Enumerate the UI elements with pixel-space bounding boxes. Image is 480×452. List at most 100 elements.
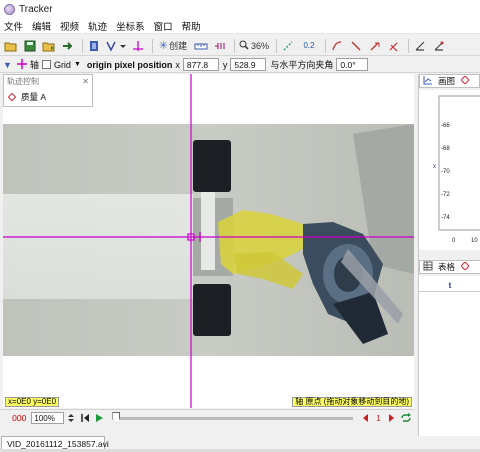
- toolbar-separator: [234, 38, 235, 53]
- x-tick: 10: [471, 238, 478, 244]
- plot-tab-label: 画图: [438, 76, 456, 86]
- plot-x-ticks: 0 10: [452, 238, 478, 244]
- origin-y-input[interactable]: 528.9: [230, 58, 267, 71]
- y-tick: -66: [441, 123, 450, 129]
- table-icon: [423, 261, 433, 273]
- line-red-icon[interactable]: [348, 38, 364, 54]
- menu-edit[interactable]: 编辑: [32, 19, 51, 33]
- grid-label[interactable]: Grid: [54, 60, 71, 70]
- video-frame: [3, 74, 414, 408]
- axes-label[interactable]: 轴: [30, 58, 39, 71]
- calibration-label: 0.2: [303, 41, 315, 50]
- toolbar-separator: [408, 38, 409, 53]
- plot-icon: [423, 75, 433, 87]
- step-back-icon[interactable]: [359, 412, 371, 424]
- menu-file[interactable]: 文件: [4, 19, 23, 33]
- plot-track-diamond-icon[interactable]: [460, 75, 470, 86]
- tracks-panel-header: 轨迹控制 ✕: [4, 75, 92, 87]
- zoom-input[interactable]: 100%: [31, 412, 65, 424]
- reset-to-start-icon[interactable]: [79, 412, 91, 424]
- origin-label: origin pixel position: [86, 59, 173, 70]
- ruler-icon[interactable]: [193, 38, 209, 54]
- y-tick: -70: [441, 169, 450, 175]
- toolbar-separator: [152, 38, 153, 53]
- angle-label: 与水平方向夹角: [270, 60, 334, 70]
- table-column-header[interactable]: t: [419, 280, 480, 292]
- plot-y-axis-label: x: [433, 164, 436, 170]
- zoom-spinner-icon[interactable]: [65, 412, 77, 424]
- dropdown-triangle-icon[interactable]: ▼: [3, 60, 12, 70]
- y-tick: -74: [441, 215, 450, 221]
- magnifier-icon: [239, 40, 249, 52]
- video-file-tab[interactable]: VID_20161112_153857.avi: [1, 436, 109, 450]
- plot-area[interactable]: x -66 -68 -70 -72 -74 0 10: [419, 90, 480, 250]
- title-bar: Tracker: [0, 0, 480, 18]
- main-toolbar: ✳ 创建 36% 0.2: [0, 36, 480, 56]
- plot-graph: x -66 -68 -70 -72 -74 0 10: [433, 95, 480, 244]
- open-folder-icon[interactable]: [3, 38, 19, 54]
- y-tick: -72: [441, 192, 450, 198]
- axes-crosshair-icon[interactable]: [130, 38, 146, 54]
- menu-coords[interactable]: 坐标系: [116, 19, 145, 33]
- calibration-button[interactable]: 0.2: [299, 38, 319, 54]
- tracker-app-icon: [4, 3, 15, 15]
- step-size[interactable]: 1: [373, 412, 385, 424]
- player-bar: 000 100% 1: [0, 409, 414, 426]
- menu-video[interactable]: 视频: [60, 19, 79, 33]
- trail-icon[interactable]: [212, 38, 228, 54]
- toolbar-separator: [82, 38, 83, 53]
- video-file-name: VID_20161112_153857.avi: [7, 438, 109, 449]
- menu-track[interactable]: 轨迹: [88, 19, 107, 33]
- menu-window[interactable]: 窗口: [154, 19, 173, 33]
- clip-settings-icon[interactable]: [86, 38, 102, 54]
- angle-tool-icon[interactable]: [412, 38, 428, 54]
- window-title: Tracker: [19, 3, 53, 15]
- grid-dropdown-icon[interactable]: ▼: [74, 61, 81, 68]
- asterisk-icon: ✳: [158, 40, 169, 52]
- right-views-panel: 画图 x -66 -68 -70 -72 -74 0 10 表格 t: [418, 74, 480, 436]
- save-icon[interactable]: [22, 38, 38, 54]
- export-icon[interactable]: [60, 38, 76, 54]
- point-mass-diamond-icon: [7, 92, 17, 102]
- toolbar-separator: [276, 38, 277, 53]
- table-area[interactable]: t: [419, 276, 480, 436]
- loop-icon[interactable]: [400, 412, 412, 424]
- angle-input[interactable]: 0.0°: [336, 58, 369, 71]
- menu-help[interactable]: 帮助: [182, 19, 201, 33]
- video-view[interactable]: x=0E0 y=0E0 轴 原点 (拖动对象移动到目的地): [3, 74, 414, 408]
- axes-bar: ▼ 轴 Grid ▼ origin pixel position x 877.8…: [0, 57, 480, 73]
- menu-bar: 文件 编辑 视频 轨迹 坐标系 窗口 帮助: [0, 18, 480, 34]
- step-forward-icon[interactable]: [386, 412, 398, 424]
- x-label: x: [175, 59, 180, 70]
- tracks-control-panel: 轨迹控制 ✕ 质量 A: [3, 74, 93, 107]
- create-track-button[interactable]: ✳ 创建: [156, 38, 190, 54]
- plot-view-tab[interactable]: 画图: [419, 74, 480, 88]
- frame-slider[interactable]: [112, 411, 354, 423]
- grid-checkbox[interactable]: [41, 60, 51, 69]
- table-tab-label: 表格: [438, 262, 456, 272]
- y-label: y: [222, 59, 228, 70]
- close-icon[interactable]: ✕: [82, 77, 89, 86]
- play-icon[interactable]: [93, 412, 105, 424]
- protractor-icon[interactable]: [431, 38, 447, 54]
- coordinate-readout: x=0E0 y=0E0: [5, 397, 60, 407]
- slider-thumb[interactable]: [112, 411, 121, 423]
- import-icon[interactable]: [41, 38, 57, 54]
- vector-sum-icon[interactable]: [386, 38, 402, 54]
- zoom-button[interactable]: 36%: [238, 38, 270, 54]
- vector-icon[interactable]: [367, 38, 383, 54]
- track-item-label: 质量 A: [21, 92, 47, 102]
- status-message: 轴 原点 (拖动对象移动到目的地): [292, 397, 412, 407]
- toolbar-separator: [325, 38, 326, 53]
- angle-arc-icon[interactable]: [329, 38, 345, 54]
- frame-number: 000: [12, 413, 27, 423]
- tracks-panel-title: 轨迹控制: [7, 76, 39, 86]
- table-view-tab[interactable]: 表格: [419, 260, 480, 274]
- origin-x-input[interactable]: 877.8: [182, 58, 219, 71]
- autotracker-icon[interactable]: [280, 38, 296, 54]
- axes-plus-icon: [16, 58, 28, 72]
- track-item-mass-a[interactable]: 质量 A: [4, 91, 92, 103]
- x-tick: 0: [452, 238, 456, 244]
- table-track-diamond-icon[interactable]: [460, 261, 470, 272]
- coord-axes-dropdown-icon[interactable]: [105, 38, 127, 54]
